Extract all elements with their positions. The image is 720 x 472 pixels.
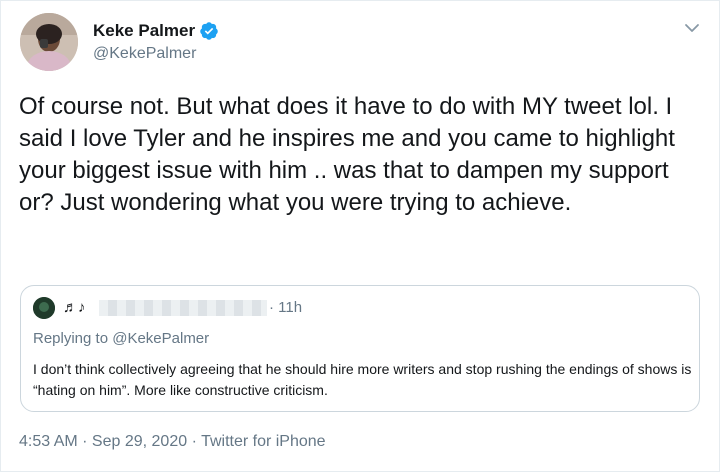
meta-separator: · bbox=[187, 433, 202, 450]
replying-to-label: Replying to bbox=[33, 330, 113, 347]
verified-badge-icon bbox=[200, 22, 218, 40]
author-avatar[interactable] bbox=[20, 13, 78, 71]
avatar-photo-icon bbox=[20, 13, 78, 71]
replying-to-mention[interactable]: @KekePalmer bbox=[112, 330, 209, 347]
meta-separator: · bbox=[77, 433, 92, 450]
quoted-author-name[interactable]: ♬♪ bbox=[63, 299, 86, 316]
tweet-time[interactable]: 4:53 AM bbox=[19, 433, 78, 450]
quoted-tweet-time[interactable]: · 11h bbox=[269, 299, 302, 316]
redacted-handle-blur bbox=[99, 300, 267, 316]
tweet-date[interactable]: Sep 29, 2020 bbox=[92, 433, 187, 450]
replying-to-line: Replying to @KekePalmer bbox=[33, 330, 209, 347]
avatar-photo-icon bbox=[33, 297, 55, 319]
author-handle[interactable]: @KekePalmer bbox=[93, 45, 196, 63]
tweet-card: Keke Palmer @KekePalmer Of course not. B… bbox=[0, 0, 720, 472]
tweet-source[interactable]: Twitter for iPhone bbox=[201, 433, 326, 450]
quoted-tweet[interactable]: ♬♪ · 11h Replying to @KekePalmer I don’t… bbox=[20, 285, 700, 412]
author-name-row[interactable]: Keke Palmer bbox=[93, 21, 219, 41]
author-display-name[interactable]: Keke Palmer bbox=[93, 21, 195, 41]
quoted-tweet-text: I don’t think collectively agreeing that… bbox=[33, 361, 692, 398]
tweet-meta: 4:53 AM · Sep 29, 2020 · Twitter for iPh… bbox=[19, 433, 326, 451]
quoted-author-avatar[interactable] bbox=[33, 297, 55, 319]
chevron-down-icon[interactable] bbox=[683, 19, 701, 37]
tweet-text: Of course not. But what does it have to … bbox=[19, 93, 675, 216]
